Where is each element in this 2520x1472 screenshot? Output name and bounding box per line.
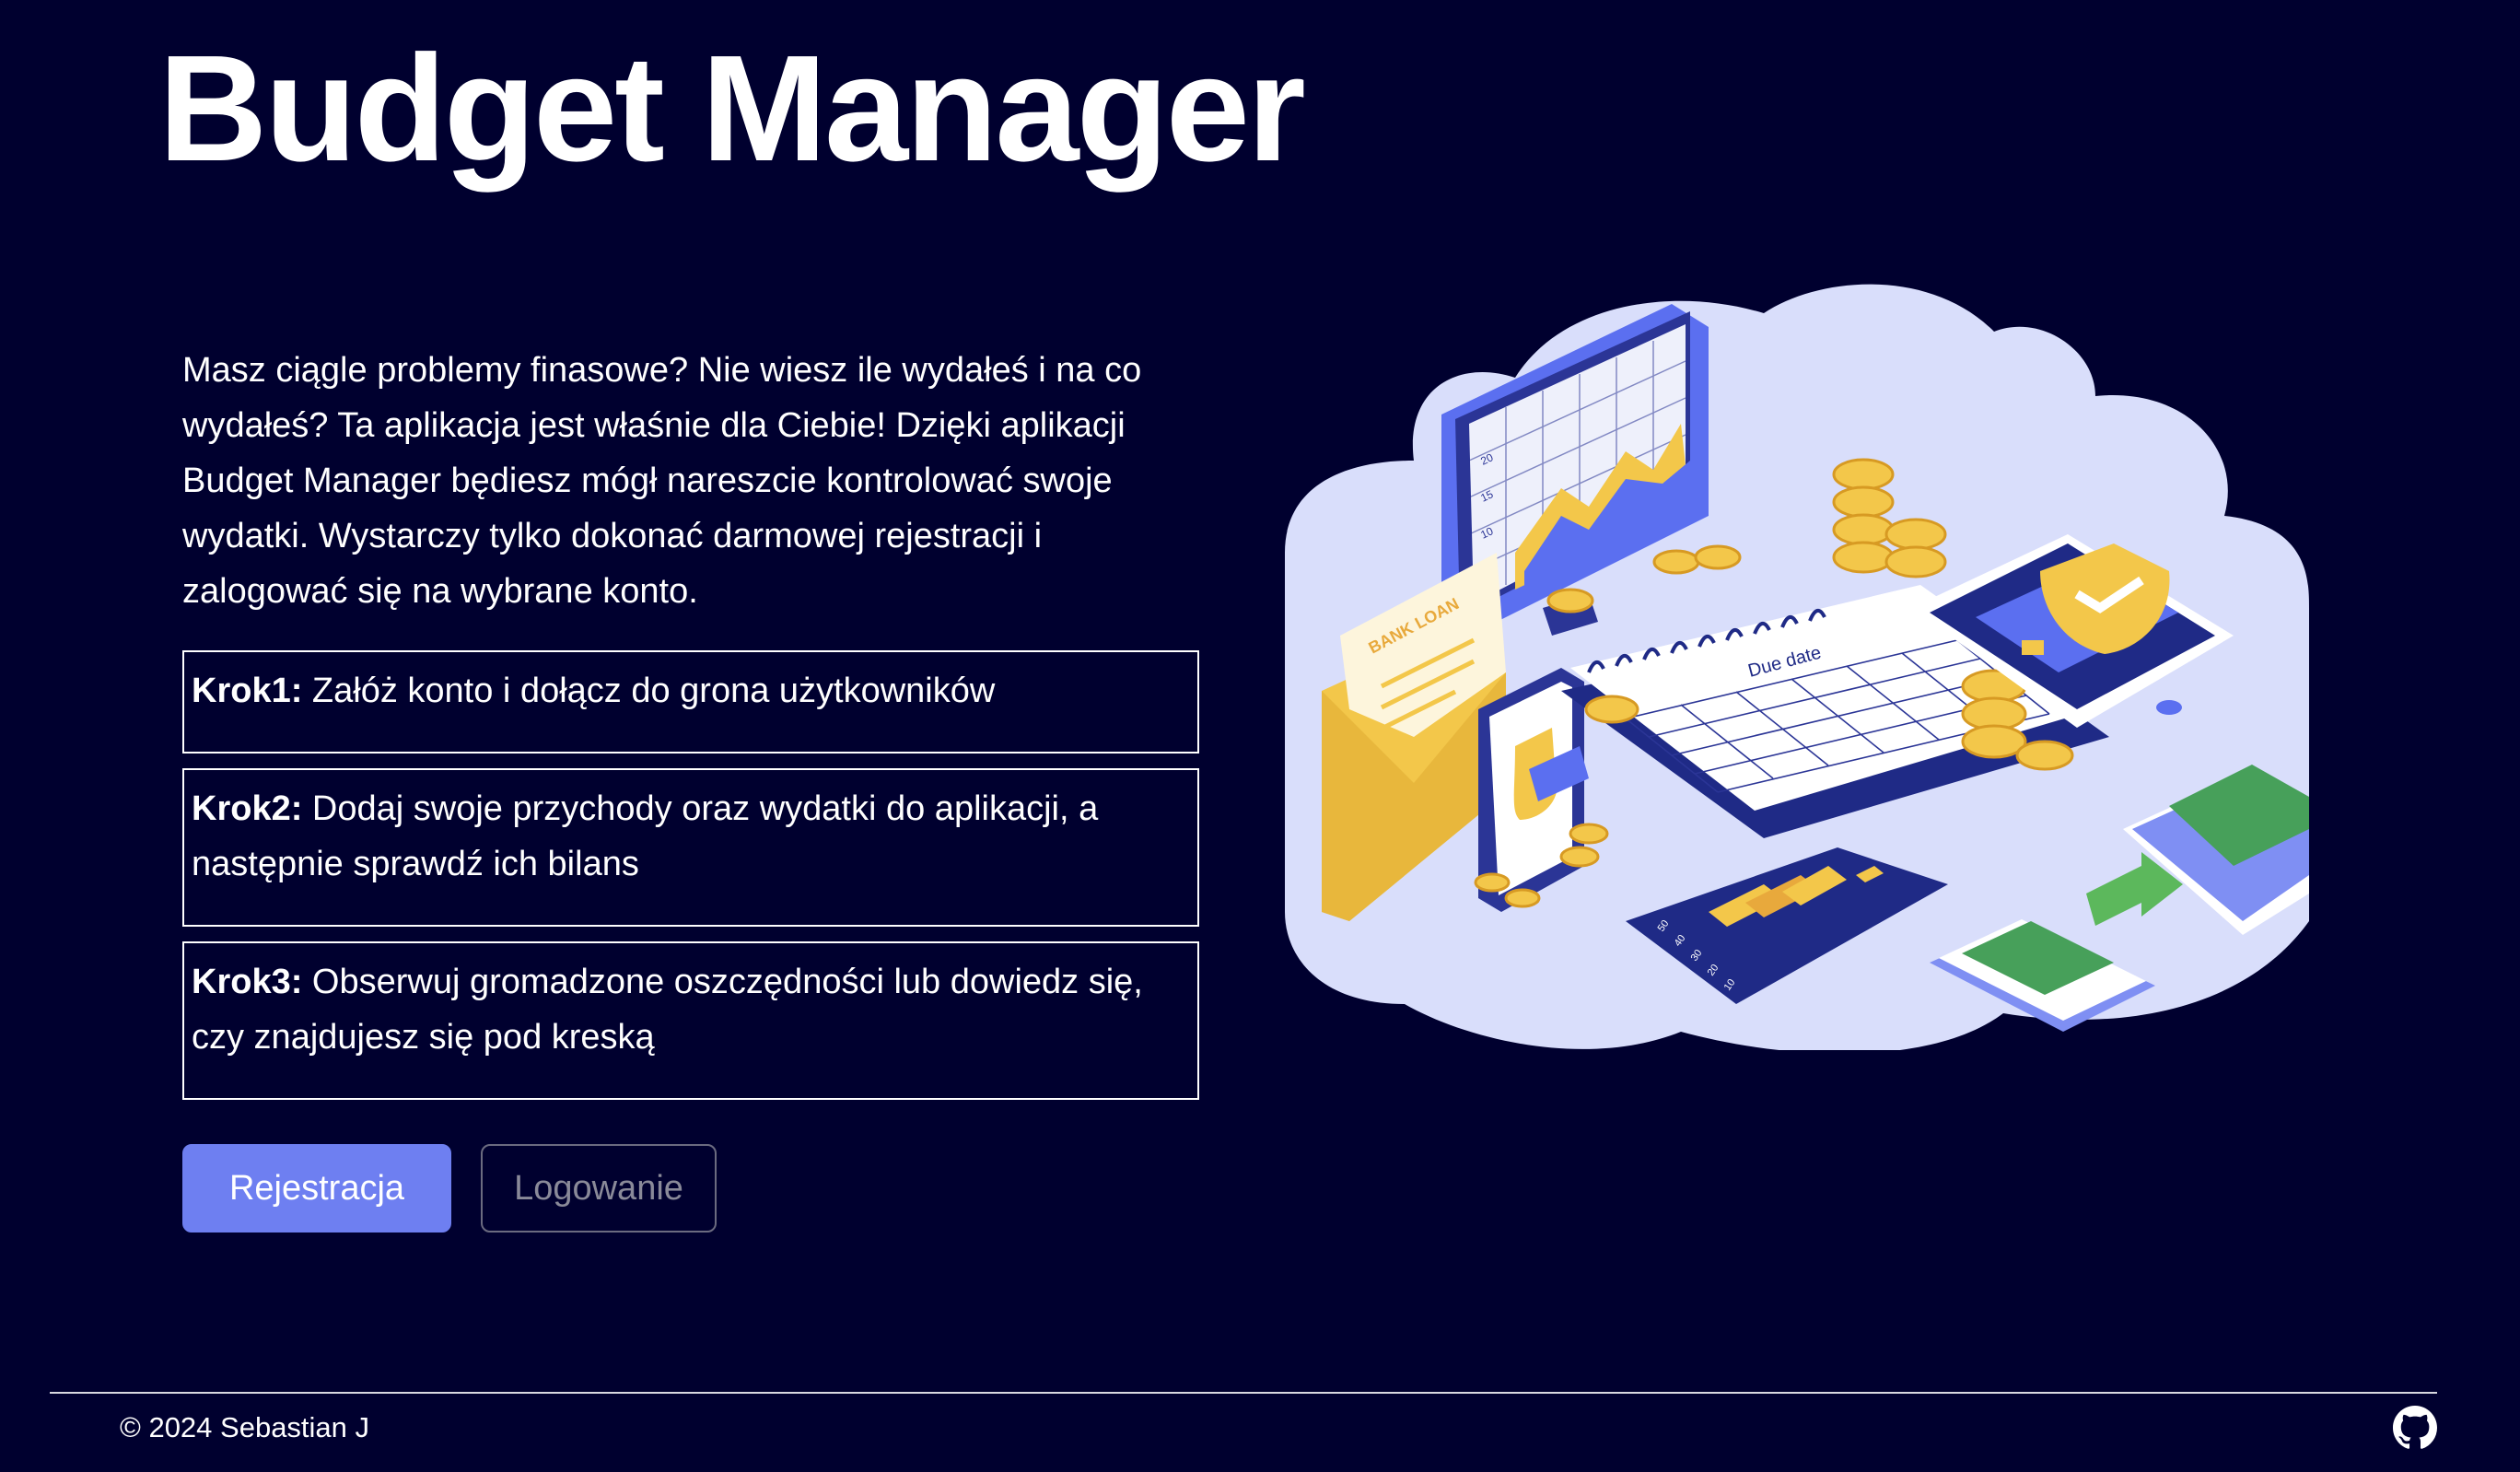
step-2-label: Krok2: — [192, 789, 303, 828]
register-button[interactable]: Rejestracja — [182, 1144, 451, 1233]
page: Budget Manager Masz ciągle problemy fina… — [0, 0, 2520, 1472]
step-3-box: Krok3: Obserwuj gromadzone oszczędności … — [182, 941, 1199, 1100]
step-2-box: Krok2: Dodaj swoje przychody oraz wydatk… — [182, 768, 1199, 927]
step-2-text: Dodaj swoje przychody oraz wydatki do ap… — [192, 789, 1099, 883]
page-title: Budget Manager — [158, 24, 1306, 193]
github-icon[interactable] — [2393, 1406, 2437, 1450]
step-3-text: Obserwuj gromadzone oszczędności lub dow… — [192, 963, 1143, 1057]
step-1-box: Krok1: Załóż konto i dołącz do grona uży… — [182, 650, 1199, 754]
login-button[interactable]: Logowanie — [481, 1144, 717, 1233]
intro-text: Masz ciągle problemy finasowe? Nie wiesz… — [182, 351, 1142, 611]
footer-divider — [50, 1392, 2437, 1394]
finance-illustration: 20 15 10 5 BANK LOAN — [1285, 284, 2309, 1050]
step-1-text: Załóż konto i dołącz do grona użytkownik… — [302, 672, 996, 710]
footer-copyright: © 2024 Sebastian J — [120, 1411, 370, 1443]
step-1-label: Krok1: — [192, 672, 303, 710]
step-3-label: Krok3: — [192, 963, 303, 1001]
